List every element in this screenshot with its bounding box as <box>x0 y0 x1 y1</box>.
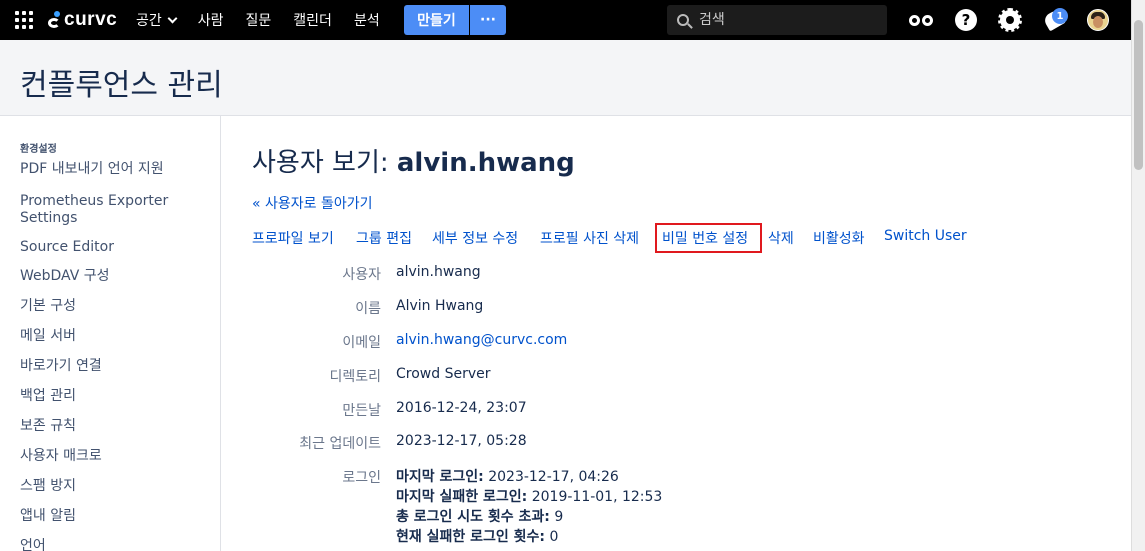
detail-row-username: 사용자 alvin.hwang <box>222 264 822 284</box>
view-user-heading: 사용자 보기: alvin.hwang <box>252 142 575 179</box>
brand-logo[interactable]: curvc <box>48 9 117 31</box>
remove-profile-picture-link[interactable]: 프로필 사진 삭제 <box>540 228 639 248</box>
scrollbar-thumb[interactable] <box>1134 20 1143 170</box>
login-info: 마지막 로그인: 2023-12-17, 04:26 마지막 실패한 로그인: … <box>396 467 662 547</box>
nav-links: 공간 사람 질문 캘린더 분석 <box>136 0 402 40</box>
detail-row-updated: 최근 업데이트 2023-12-17, 05:28 <box>222 433 822 453</box>
page-header: 컨플루언스 관리 <box>0 40 1131 116</box>
detail-row-directory: 디렉토리 Crowd Server <box>222 366 822 386</box>
sidebar-item-retention[interactable]: 보존 규칙 <box>20 418 76 435</box>
view-profile-link[interactable]: 프로파일 보기 <box>252 228 334 248</box>
app-switcher-icon[interactable] <box>15 11 33 29</box>
detail-row-created: 만든날 2016-12-24, 23:07 <box>222 400 822 420</box>
email-link[interactable]: alvin.hwang@curvc.com <box>396 332 567 348</box>
edit-details-link[interactable]: 세부 정보 수정 <box>432 228 518 248</box>
detail-row-login: 로그인 마지막 로그인: 2023-12-17, 04:26 마지막 실패한 로… <box>222 467 822 551</box>
nav-analytics[interactable]: 분석 <box>354 10 380 30</box>
login-line: 현재 실패한 로그인 횟수: 0 <box>396 527 662 547</box>
create-button[interactable]: 만들기 <box>404 5 469 35</box>
sidebar-item-general-config[interactable]: 기본 구성 <box>20 298 76 315</box>
search-input[interactable] <box>699 12 869 28</box>
deactivate-user-link[interactable]: 비활성화 <box>813 228 865 248</box>
login-value: 0 <box>545 529 559 545</box>
login-line: 마지막 실패한 로그인: 2019-11-01, 12:53 <box>396 487 662 507</box>
sidebar-item-source-editor[interactable]: Source Editor <box>20 239 114 256</box>
user-avatar[interactable] <box>1087 9 1109 31</box>
sidebar-item-prometheus[interactable]: Prometheus Exporter Settings <box>20 193 190 227</box>
login-value: 2019-11-01, 12:53 <box>527 489 663 505</box>
search-icon <box>677 14 689 26</box>
detail-row-email: 이메일 alvin.hwang@curvc.com <box>222 332 822 352</box>
edit-groups-link[interactable]: 그룹 편집 <box>356 228 412 248</box>
heading-username: alvin.hwang <box>396 148 575 178</box>
sidebar-item-webdav[interactable]: WebDAV 구성 <box>20 268 110 285</box>
sidebar-item-shortcut-links[interactable]: 바로가기 연결 <box>20 358 102 375</box>
detail-label: 이메일 <box>342 335 381 351</box>
sidebar-heading: 환경설정 <box>20 144 57 155</box>
binoculars-icon[interactable] <box>907 9 935 31</box>
detail-label: 최근 업데이트 <box>299 436 381 452</box>
login-value: 9 <box>549 509 564 525</box>
page-title: 컨플루언스 관리 <box>20 68 223 103</box>
detail-label: 이름 <box>355 301 381 317</box>
back-to-users-link[interactable]: « 사용자로 돌아가기 <box>252 193 373 213</box>
login-key: 마지막 로그인: <box>396 469 484 485</box>
login-key: 현재 실패한 로그인 횟수: <box>396 529 546 545</box>
nav-questions[interactable]: 질문 <box>246 10 272 30</box>
login-line: 총 로그인 시도 횟수 초과: 9 <box>396 507 662 527</box>
nav-people[interactable]: 사람 <box>198 10 224 30</box>
delete-user-link[interactable]: 삭제 <box>768 228 794 248</box>
sidebar-item-mail-servers[interactable]: 메일 서버 <box>20 328 76 345</box>
nav-calendars[interactable]: 캘린더 <box>293 10 332 30</box>
chevron-down-icon <box>167 13 178 23</box>
gear-icon[interactable] <box>998 8 1022 32</box>
login-key: 마지막 실패한 로그인: <box>396 489 528 505</box>
main-content: 사용자 보기: alvin.hwang « 사용자로 돌아가기 프로파일 보기 … <box>222 116 1131 551</box>
set-password-highlight <box>655 223 762 253</box>
sidebar-item-pdf-language[interactable]: PDF 내보내기 언어 지원 <box>20 161 164 178</box>
sidebar-item-in-app-notifications[interactable]: 앱내 알림 <box>20 508 76 525</box>
notifications-badge: 1 <box>1052 8 1068 24</box>
detail-value: 2023-12-17, 05:28 <box>396 433 527 449</box>
login-key: 총 로그인 시도 횟수 초과: <box>396 509 550 525</box>
brand-name: curvc <box>64 9 118 30</box>
sidebar-item-spam[interactable]: 스팸 방지 <box>20 478 76 495</box>
search-box[interactable] <box>667 5 887 35</box>
switch-user-link[interactable]: Switch User <box>884 228 967 244</box>
vertical-scrollbar[interactable] <box>1131 0 1145 551</box>
detail-label: 로그인 <box>342 470 381 486</box>
detail-value: Alvin Hwang <box>396 298 484 314</box>
detail-label: 만든날 <box>342 403 381 419</box>
top-navigation: curvc 공간 사람 질문 캘린더 분석 만들기 ··· ? 1 <box>0 0 1145 40</box>
curvc-logo-icon <box>48 11 62 29</box>
admin-sidebar: 환경설정 PDF 내보내기 언어 지원 Prometheus Exporter … <box>0 116 221 551</box>
detail-value: 2016-12-24, 23:07 <box>396 400 527 416</box>
sidebar-item-user-macros[interactable]: 사용자 매크로 <box>20 448 102 465</box>
login-value: 2023-12-17, 04:26 <box>483 469 619 485</box>
detail-label: 디렉토리 <box>329 369 381 385</box>
nav-spaces[interactable]: 공간 <box>136 10 178 30</box>
nav-spaces-label: 공간 <box>136 13 162 29</box>
detail-value: alvin.hwang <box>396 264 481 280</box>
sidebar-item-backup[interactable]: 백업 관리 <box>20 388 76 405</box>
create-more-button[interactable]: ··· <box>470 5 506 35</box>
sidebar-item-language[interactable]: 언어 <box>20 538 46 551</box>
heading-prefix: 사용자 보기: <box>252 148 397 178</box>
detail-value: Crowd Server <box>396 366 491 382</box>
detail-label: 사용자 <box>342 267 381 283</box>
login-line: 마지막 로그인: 2023-12-17, 04:26 <box>396 467 662 487</box>
help-icon[interactable]: ? <box>955 9 977 31</box>
detail-row-name: 이름 Alvin Hwang <box>222 298 822 318</box>
